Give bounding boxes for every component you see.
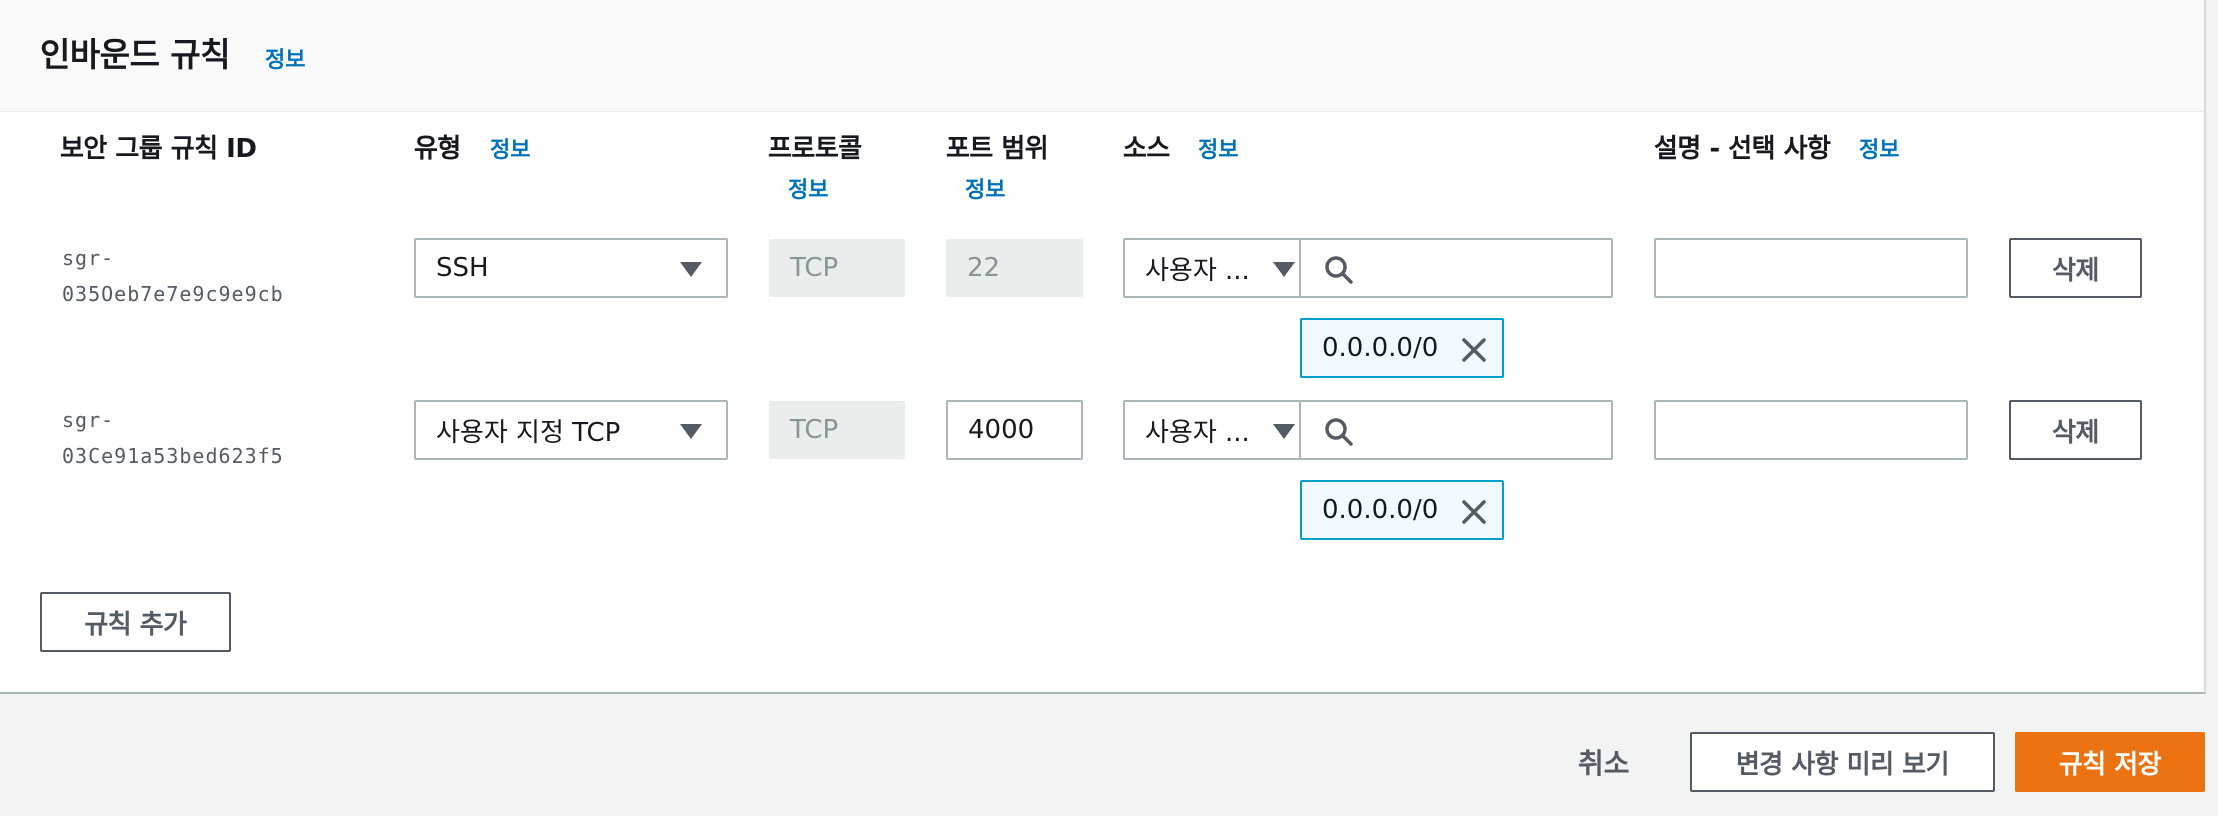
type-select[interactable]: 사용자 지정 TCP (414, 400, 728, 460)
source-type-value: 사용자 ... (1145, 255, 1250, 286)
source-info-link[interactable]: 정보 (1198, 132, 1238, 164)
caret-down-icon (680, 262, 702, 277)
caret-down-icon (1273, 262, 1295, 277)
column-header-source: 소스 (1123, 134, 1170, 164)
protocol-field: TCP (769, 401, 905, 459)
source-search-input[interactable] (1299, 238, 1613, 298)
description-input[interactable] (1654, 238, 1968, 298)
port-range-info-link[interactable]: 정보 (965, 172, 1005, 204)
search-icon (1325, 256, 1353, 284)
rule-id: sgr- 03Ce91a53bed623f5 (62, 402, 284, 474)
cancel-button[interactable]: 취소 (1578, 742, 1630, 782)
rule-id-prefix: sgr- (62, 408, 115, 432)
rule-id-suffix: 035Oeb7e7e9c9e9cb (62, 282, 284, 306)
panel-info-link[interactable]: 정보 (265, 42, 305, 74)
description-input[interactable] (1654, 400, 1968, 460)
type-select[interactable]: SSH (414, 238, 728, 298)
rule-id: sgr- 035Oeb7e7e9c9e9cb (62, 240, 284, 312)
source-token: 0.0.0.0/0 (1300, 480, 1504, 540)
delete-rule-button[interactable]: 삭제 (2009, 400, 2142, 460)
source-type-value: 사용자 ... (1145, 417, 1250, 448)
source-search-input[interactable] (1299, 400, 1613, 460)
source-type-select[interactable]: 사용자 ... (1123, 400, 1301, 460)
close-icon[interactable] (1458, 496, 1490, 528)
column-header-port-range: 포트 범위 (946, 134, 1049, 164)
column-header-type: 유형 (414, 134, 461, 164)
caret-down-icon (680, 424, 702, 439)
add-rule-button[interactable]: 규칙 추가 (40, 592, 231, 652)
description-info-link[interactable]: 정보 (1859, 132, 1899, 164)
type-info-link[interactable]: 정보 (490, 132, 530, 164)
type-select-value: 사용자 지정 TCP (436, 417, 621, 448)
port-range-input[interactable]: 4000 (946, 400, 1083, 460)
source-type-select[interactable]: 사용자 ... (1123, 238, 1301, 298)
type-select-value: SSH (436, 253, 489, 283)
protocol-field: TCP (769, 239, 905, 297)
source-token: 0.0.0.0/0 (1300, 318, 1504, 378)
save-rules-button[interactable]: 규칙 저장 (2015, 732, 2205, 792)
caret-down-icon (1273, 424, 1295, 439)
column-header-protocol: 프로토콜 (768, 134, 862, 164)
delete-rule-button[interactable]: 삭제 (2009, 238, 2142, 298)
preview-changes-button[interactable]: 변경 사항 미리 보기 (1690, 732, 1995, 792)
port-range-field: 22 (946, 239, 1083, 297)
panel-header: 인바운드 규칙 정보 (0, 0, 2204, 112)
rule-id-suffix: 03Ce91a53bed623f5 (62, 444, 284, 468)
panel-title: 인바운드 규칙 (40, 35, 231, 74)
column-header-rule-id: 보안 그룹 규칙 ID (60, 134, 257, 164)
column-header-description: 설명 - 선택 사항 (1654, 134, 1831, 164)
close-icon[interactable] (1458, 334, 1490, 366)
source-token-label: 0.0.0.0/0 (1322, 495, 1439, 525)
inbound-rules-panel: 인바운드 규칙 정보 보안 그룹 규칙 ID 유형 정보 프로토콜 정보 포트 … (0, 0, 2206, 694)
protocol-info-link[interactable]: 정보 (788, 172, 828, 204)
rule-id-prefix: sgr- (62, 246, 115, 270)
search-icon (1325, 418, 1353, 446)
source-token-label: 0.0.0.0/0 (1322, 333, 1439, 363)
